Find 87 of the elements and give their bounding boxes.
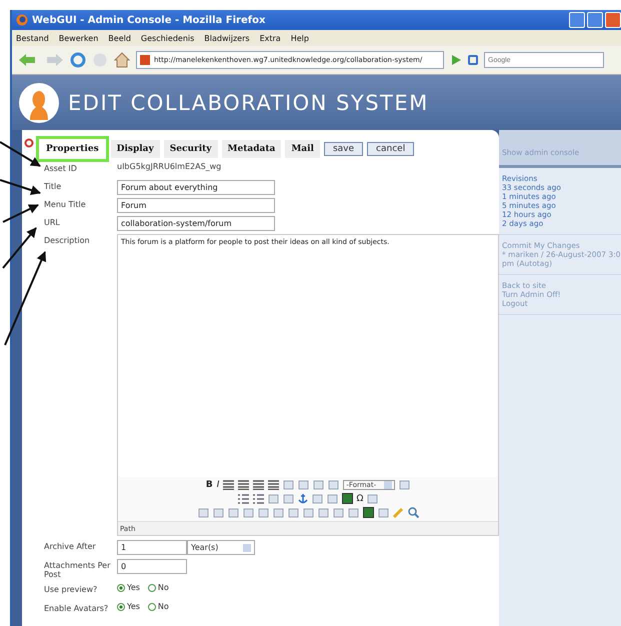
pencil-icon[interactable] <box>392 507 404 518</box>
field-label: Enable Avatars? <box>44 603 110 614</box>
go-icon[interactable] <box>450 54 462 66</box>
tab[interactable]: Properties <box>38 138 107 160</box>
image-icon[interactable] <box>362 507 374 518</box>
field-label: Archive After <box>44 541 97 552</box>
radio-label: Yes <box>127 602 140 612</box>
toolbar-icon[interactable] <box>332 508 344 518</box>
special-character-button[interactable]: Ω <box>356 494 364 504</box>
toolbar-icon[interactable] <box>348 508 358 518</box>
action-button[interactable]: save <box>324 142 364 156</box>
anchor-icon[interactable] <box>298 493 308 504</box>
toolbar-icon[interactable] <box>298 480 310 490</box>
field-label: Use preview? <box>44 584 98 595</box>
page-title: EDIT COLLABORATION SYSTEM <box>68 90 429 114</box>
menu-item[interactable]: Bladwijzers <box>204 34 250 42</box>
align-icon[interactable] <box>238 480 250 490</box>
radio-label: No <box>158 602 169 612</box>
toolbar-icon[interactable] <box>312 494 323 504</box>
tab[interactable]: Display <box>110 140 160 158</box>
toolbar-icon[interactable] <box>258 508 268 518</box>
toolbar-icon[interactable] <box>399 480 410 490</box>
radio-button[interactable] <box>148 584 156 592</box>
menu-item[interactable]: Beeld <box>108 34 131 42</box>
radio-label: No <box>158 583 169 592</box>
field-label: URL <box>44 217 61 228</box>
radio-button[interactable] <box>117 602 125 611</box>
tab[interactable]: Metadata <box>222 140 282 158</box>
toolbar-icon[interactable] <box>272 508 284 518</box>
menu-item[interactable]: Extra <box>260 34 281 42</box>
list-icon[interactable] <box>252 494 264 504</box>
input-field[interactable]: 1 <box>117 540 187 555</box>
site-icon <box>140 55 150 65</box>
unit-dropdown[interactable]: Year(s) <box>187 540 255 555</box>
minimize-button[interactable] <box>569 12 585 28</box>
action-button[interactable]: cancel <box>367 142 414 156</box>
window-title: WebGUI - Admin Console - Mozilla Firefox <box>32 14 266 26</box>
input-field[interactable]: Forum about everything <box>117 180 275 195</box>
toolbar-icon[interactable] <box>242 508 254 518</box>
field-label: Menu Title <box>44 199 87 210</box>
browser-logo-icon <box>16 14 28 26</box>
toolbar-icon[interactable] <box>283 480 294 490</box>
toolbar-icon[interactable] <box>228 508 238 518</box>
reload-icon[interactable] <box>70 52 86 68</box>
magnifier-icon[interactable] <box>408 507 418 518</box>
list-icon[interactable] <box>238 494 249 504</box>
radio-button[interactable] <box>148 602 156 611</box>
toolbar-icon[interactable] <box>302 508 314 518</box>
asset-id-value: uIbG5kgJRRU6lmE2AS_wg <box>117 162 222 171</box>
toolbar-icon[interactable] <box>313 480 324 490</box>
field-label: Asset ID <box>44 163 78 174</box>
input-field[interactable]: 0 <box>117 559 187 574</box>
toolbar-icon[interactable] <box>212 508 224 518</box>
refresh-icon[interactable] <box>24 138 34 148</box>
image-icon[interactable] <box>342 493 353 504</box>
toolbar-icon[interactable] <box>318 508 328 518</box>
input-field[interactable]: collaboration-system/forum <box>117 216 275 231</box>
annotation-arrow <box>0 141 41 167</box>
home-icon[interactable] <box>114 52 130 68</box>
annotation-arrow <box>2 204 39 223</box>
back-icon[interactable] <box>18 53 38 67</box>
bold-button[interactable]: B <box>206 480 213 490</box>
menu-item[interactable]: Help <box>290 34 309 42</box>
radio-button[interactable] <box>117 584 125 592</box>
align-icon[interactable] <box>223 480 234 490</box>
toolbar-icon[interactable] <box>378 508 388 518</box>
menu-item[interactable]: Bewerken <box>58 34 98 42</box>
toolbar-icon[interactable] <box>326 494 338 504</box>
avatar-logo-icon <box>18 82 60 124</box>
maximize-button[interactable] <box>587 12 603 28</box>
tab[interactable]: Mail <box>285 140 320 158</box>
annotation-arrow <box>0 179 41 195</box>
close-button[interactable] <box>605 12 621 28</box>
radio-label: Yes <box>127 583 140 592</box>
tab[interactable]: Security <box>164 140 218 158</box>
toolbar-icon[interactable] <box>288 508 298 518</box>
align-icon[interactable] <box>253 480 264 490</box>
input-field[interactable]: Forum <box>117 198 275 213</box>
toolbar-icon[interactable] <box>198 508 208 518</box>
forward-icon[interactable] <box>44 53 64 67</box>
menu-item[interactable]: Bestand <box>16 34 49 42</box>
align-icon[interactable] <box>268 480 280 490</box>
italic-button[interactable]: I <box>216 480 220 490</box>
menu-item[interactable]: Geschiedenis <box>140 34 194 42</box>
field-label: Title <box>44 181 62 192</box>
field-label: Description <box>44 235 91 246</box>
field-label: Attachments Per Post <box>44 560 112 580</box>
